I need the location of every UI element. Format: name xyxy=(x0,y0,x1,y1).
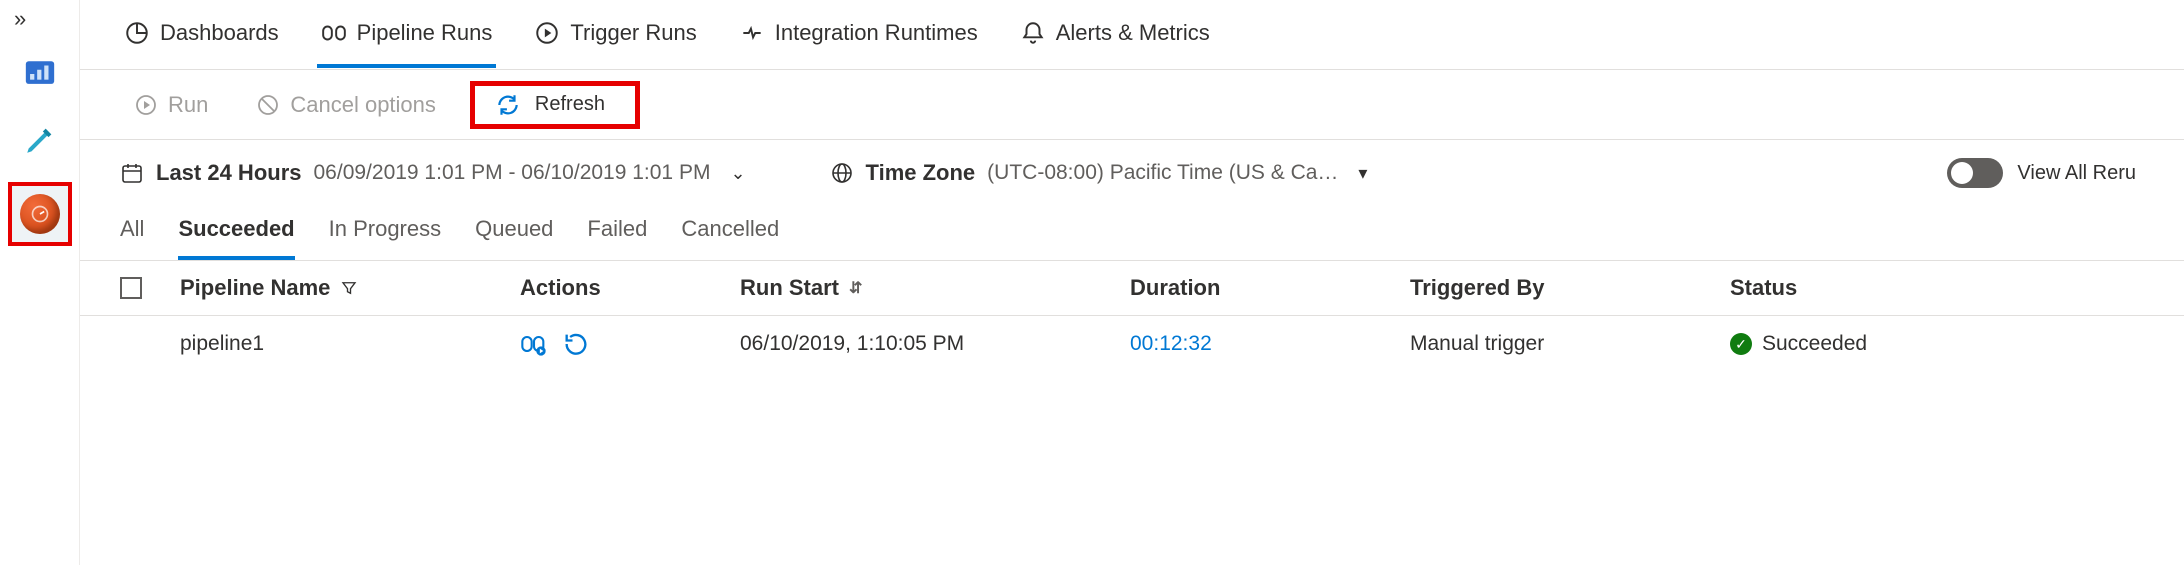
button-label: Refresh xyxy=(535,93,605,116)
play-circle-icon xyxy=(534,20,560,46)
pie-icon xyxy=(124,20,150,46)
th-actions: Actions xyxy=(520,275,740,301)
date-range-picker[interactable]: Last 24 Hours 06/09/2019 1:01 PM - 06/10… xyxy=(120,160,754,186)
toggle-label: View All Reru xyxy=(2017,162,2136,185)
tab-label: Dashboards xyxy=(160,20,279,46)
tab-label: Trigger Runs xyxy=(570,20,696,46)
button-label: Cancel options xyxy=(290,92,436,118)
tab-alerts-metrics[interactable]: Alerts & Metrics xyxy=(1016,20,1214,68)
table-header: Pipeline Name Actions Run Start ⇵ Durati… xyxy=(80,261,2184,316)
tab-dashboards[interactable]: Dashboards xyxy=(120,20,283,68)
tab-label: Integration Runtimes xyxy=(775,20,978,46)
sort-icon[interactable]: ⇵ xyxy=(849,278,862,298)
sidebar: » xyxy=(0,0,80,565)
tab-label: Pipeline Runs xyxy=(357,20,493,46)
th-label: Triggered By xyxy=(1410,275,1544,301)
runtime-icon xyxy=(739,20,765,46)
cancel-options-button[interactable]: Cancel options xyxy=(242,86,450,124)
chevron-down-icon: ⌄ xyxy=(722,163,753,184)
th-label: Run Start xyxy=(740,275,839,301)
th-label: Duration xyxy=(1130,275,1220,301)
tab-integration-runtimes[interactable]: Integration Runtimes xyxy=(735,20,982,68)
pipeline-name[interactable]: pipeline1 xyxy=(180,332,264,356)
caret-down-icon: ▾ xyxy=(1350,163,1375,184)
chart-icon xyxy=(23,57,57,91)
gauge-icon xyxy=(20,194,60,234)
status-text: Succeeded xyxy=(1762,332,1867,356)
th-label: Pipeline Name xyxy=(180,275,330,301)
bell-icon xyxy=(1020,20,1046,46)
tab-label: Alerts & Metrics xyxy=(1056,20,1210,46)
select-all-checkbox[interactable] xyxy=(120,277,142,299)
triggered-by: Manual trigger xyxy=(1410,332,1544,356)
status-tab-cancelled[interactable]: Cancelled xyxy=(681,216,779,260)
tz-label: Time Zone xyxy=(866,160,976,186)
status-tab-all[interactable]: All xyxy=(120,216,144,260)
filter-icon[interactable] xyxy=(340,279,358,297)
tab-trigger-runs[interactable]: Trigger Runs xyxy=(530,20,700,68)
status-badge: ✓ Succeeded xyxy=(1730,332,1867,356)
run-button[interactable]: Run xyxy=(120,86,222,124)
top-nav: Dashboards Pipeline Runs Trigger Runs In… xyxy=(80,0,2184,70)
range-value: 06/09/2019 1:01 PM - 06/10/2019 1:01 PM xyxy=(314,161,711,185)
main-content: Dashboards Pipeline Runs Trigger Runs In… xyxy=(80,0,2184,565)
pipeline-icon xyxy=(321,20,347,46)
tz-value: (UTC-08:00) Pacific Time (US & Ca… xyxy=(987,161,1338,185)
filter-bar: Last 24 Hours 06/09/2019 1:01 PM - 06/10… xyxy=(80,140,2184,206)
view-activity-runs-icon[interactable] xyxy=(520,330,548,358)
sidebar-item-overview[interactable] xyxy=(16,50,64,98)
refresh-icon xyxy=(495,92,521,118)
tab-pipeline-runs[interactable]: Pipeline Runs xyxy=(317,20,497,68)
sidebar-item-monitor[interactable] xyxy=(8,182,72,246)
th-status: Status xyxy=(1730,275,2144,301)
status-tab-failed[interactable]: Failed xyxy=(587,216,647,260)
th-duration: Duration xyxy=(1130,275,1410,301)
view-all-reruns-toggle[interactable]: View All Reru xyxy=(1947,158,2144,188)
status-tabs: All Succeeded In Progress Queued Failed … xyxy=(80,206,2184,261)
table-row[interactable]: pipeline1 06/10/2019, 1:10:05 PM 00:12:3… xyxy=(80,316,2184,372)
cancel-icon xyxy=(256,93,280,117)
timezone-picker[interactable]: Time Zone (UTC-08:00) Pacific Time (US &… xyxy=(830,160,1376,186)
rerun-icon[interactable] xyxy=(562,330,590,358)
run-start: 06/10/2019, 1:10:05 PM xyxy=(740,332,964,356)
sidebar-expand[interactable]: » xyxy=(0,6,79,32)
toggle-switch[interactable] xyxy=(1947,158,2003,188)
status-tab-succeeded[interactable]: Succeeded xyxy=(178,216,294,260)
th-label: Actions xyxy=(520,275,601,301)
sidebar-item-author[interactable] xyxy=(16,116,64,164)
globe-icon xyxy=(830,161,854,185)
toolbar: Run Cancel options Refresh xyxy=(80,70,2184,140)
duration[interactable]: 00:12:32 xyxy=(1130,332,1212,356)
refresh-button[interactable]: Refresh xyxy=(470,81,640,129)
calendar-icon xyxy=(120,161,144,185)
th-pipeline-name[interactable]: Pipeline Name xyxy=(180,275,520,301)
status-tab-in-progress[interactable]: In Progress xyxy=(329,216,442,260)
run-icon xyxy=(134,93,158,117)
success-icon: ✓ xyxy=(1730,333,1752,355)
status-tab-queued[interactable]: Queued xyxy=(475,216,553,260)
th-run-start[interactable]: Run Start ⇵ xyxy=(740,275,1130,301)
th-label: Status xyxy=(1730,275,1797,301)
range-label: Last 24 Hours xyxy=(156,160,302,186)
button-label: Run xyxy=(168,92,208,118)
th-triggered-by: Triggered By xyxy=(1410,275,1730,301)
pencil-icon xyxy=(23,123,57,157)
